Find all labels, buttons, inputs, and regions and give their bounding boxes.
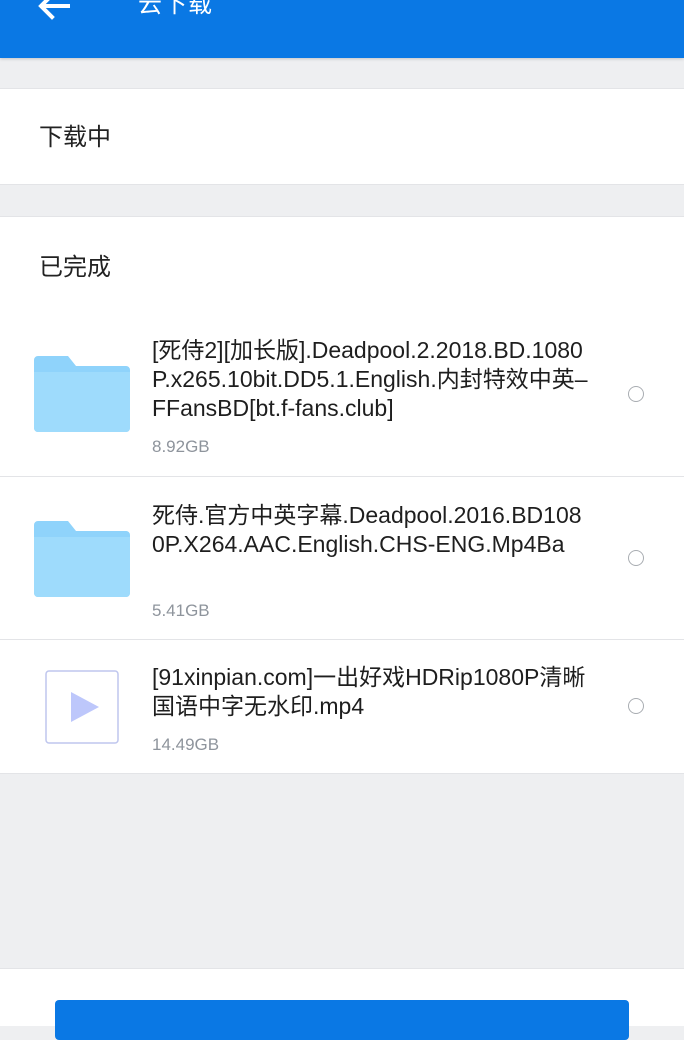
app-header: 云下载 xyxy=(0,0,684,58)
page-title: 云下载 xyxy=(138,0,213,18)
folder-icon xyxy=(34,356,130,432)
completed-label: 已完成 xyxy=(39,253,111,281)
video-file-icon xyxy=(45,670,119,744)
back-button[interactable] xyxy=(30,0,78,26)
footer-bar xyxy=(0,968,684,1040)
select-radio[interactable] xyxy=(628,698,644,714)
list-item[interactable]: [死侍2][加长版].Deadpool.2.2018.BD.1080P.x265… xyxy=(0,312,684,476)
list-item[interactable]: 死侍.官方中英字幕.Deadpool.2016.BD1080P.X264.AAC… xyxy=(0,476,684,639)
select-radio[interactable] xyxy=(628,550,644,566)
arrow-left-icon xyxy=(38,0,70,20)
completed-section[interactable]: 已完成 xyxy=(0,216,684,313)
primary-action-button[interactable] xyxy=(55,1000,629,1040)
file-list: [死侍2][加长版].Deadpool.2.2018.BD.1080P.x265… xyxy=(0,312,684,774)
downloading-label: 下载中 xyxy=(39,123,111,151)
select-radio[interactable] xyxy=(628,386,644,402)
file-name: 死侍.官方中英字幕.Deadpool.2016.BD1080P.X264.AAC… xyxy=(152,502,582,557)
file-name: [死侍2][加长版].Deadpool.2.2018.BD.1080P.x265… xyxy=(152,337,588,421)
file-size: 14.49GB xyxy=(152,735,220,754)
file-size: 8.92GB xyxy=(152,437,210,456)
folder-icon xyxy=(34,521,130,597)
list-item[interactable]: [91xinpian.com]一出好戏HDRip1080P清晰国语中字无水印.m… xyxy=(0,639,684,773)
downloading-section[interactable]: 下载中 xyxy=(0,88,684,185)
file-name: [91xinpian.com]一出好戏HDRip1080P清晰国语中字无水印.m… xyxy=(152,664,586,719)
file-size: 5.41GB xyxy=(152,601,210,620)
